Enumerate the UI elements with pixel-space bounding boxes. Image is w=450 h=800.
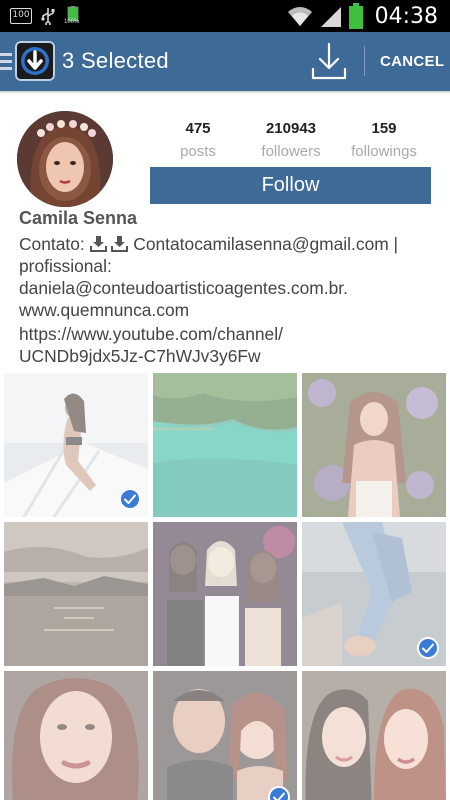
clock: 04:38 xyxy=(374,3,438,29)
profile-website[interactable]: https://www.youtube.com/channel/ UCNDb9j… xyxy=(19,323,283,367)
followings-count: 159 xyxy=(371,120,397,137)
bio-line-3: daniela@conteudoartisticoagentes.com.br. xyxy=(19,278,348,298)
posts-count: 475 xyxy=(185,120,211,137)
battery-icon xyxy=(348,3,363,29)
photo-tile[interactable] xyxy=(4,671,148,800)
action-bar: 3 Selected CANCEL xyxy=(0,32,450,91)
photo-overlay xyxy=(4,522,148,666)
selected-check-icon xyxy=(119,488,141,510)
selection-title: 3 Selected xyxy=(62,48,169,73)
inbox-download-icon xyxy=(89,236,107,252)
photo-overlay xyxy=(153,522,297,666)
profile-bio: Contato: Contatocamilasenna@gmail.com | … xyxy=(19,233,444,321)
stat-posts: 475 posts xyxy=(172,120,224,160)
avatar[interactable] xyxy=(17,111,113,207)
battery-full-small-icon: 100% xyxy=(64,6,82,26)
photo-overlay xyxy=(302,373,446,517)
signal-icon xyxy=(320,7,341,27)
wifi-icon xyxy=(287,7,312,26)
photo-tile[interactable] xyxy=(153,522,297,666)
selected-check-icon xyxy=(268,786,290,800)
followings-label: followings xyxy=(351,143,417,160)
photo-overlay xyxy=(4,671,148,800)
website-line-1[interactable]: https://www.youtube.com/channel/ xyxy=(19,323,283,345)
photo-tile[interactable] xyxy=(4,522,148,666)
bio-line-2: profissional: xyxy=(19,256,112,276)
cancel-button[interactable]: CANCEL xyxy=(380,53,444,70)
posts-label: posts xyxy=(180,143,216,160)
bio-contact-email: Contatocamilasenna@gmail.com | xyxy=(133,234,399,254)
bio-line-4: www.quemnunca.com xyxy=(19,300,190,320)
photo-overlay xyxy=(153,373,297,517)
stat-followers: 210943 followers xyxy=(256,120,326,160)
inbox-download-icon xyxy=(111,236,129,252)
action-bar-shadow xyxy=(0,91,450,94)
app-logo-icon[interactable] xyxy=(15,41,55,81)
action-divider xyxy=(364,46,365,76)
selected-check-icon xyxy=(417,637,439,659)
photo-tile[interactable] xyxy=(302,522,446,666)
website-line-2[interactable]: UCNDb9jdx5Jz-C7hWJv3y6Fw xyxy=(19,345,283,367)
followers-count: 210943 xyxy=(265,120,317,137)
photo-tile[interactable] xyxy=(302,671,446,800)
usb-icon xyxy=(41,8,55,25)
followers-label: followers xyxy=(261,143,321,160)
photo-overlay xyxy=(153,671,297,800)
photo-tile[interactable] xyxy=(153,373,297,517)
status-bar: 100 100% 04:38 xyxy=(0,0,450,32)
notification-100-icon: 100 xyxy=(10,8,32,24)
follow-button[interactable]: Follow xyxy=(150,167,431,204)
menu-icon[interactable] xyxy=(0,53,12,71)
profile-name: Camila Senna xyxy=(19,208,138,228)
photo-tile[interactable] xyxy=(153,671,297,800)
download-icon[interactable] xyxy=(310,41,348,81)
battery-small-label: 100% xyxy=(64,19,80,25)
photo-overlay xyxy=(302,671,446,800)
photo-tile[interactable] xyxy=(302,373,446,517)
photo-tile[interactable] xyxy=(4,373,148,517)
bio-contact-prefix: Contato: xyxy=(19,234,85,254)
stat-followings: 159 followings xyxy=(346,120,422,160)
